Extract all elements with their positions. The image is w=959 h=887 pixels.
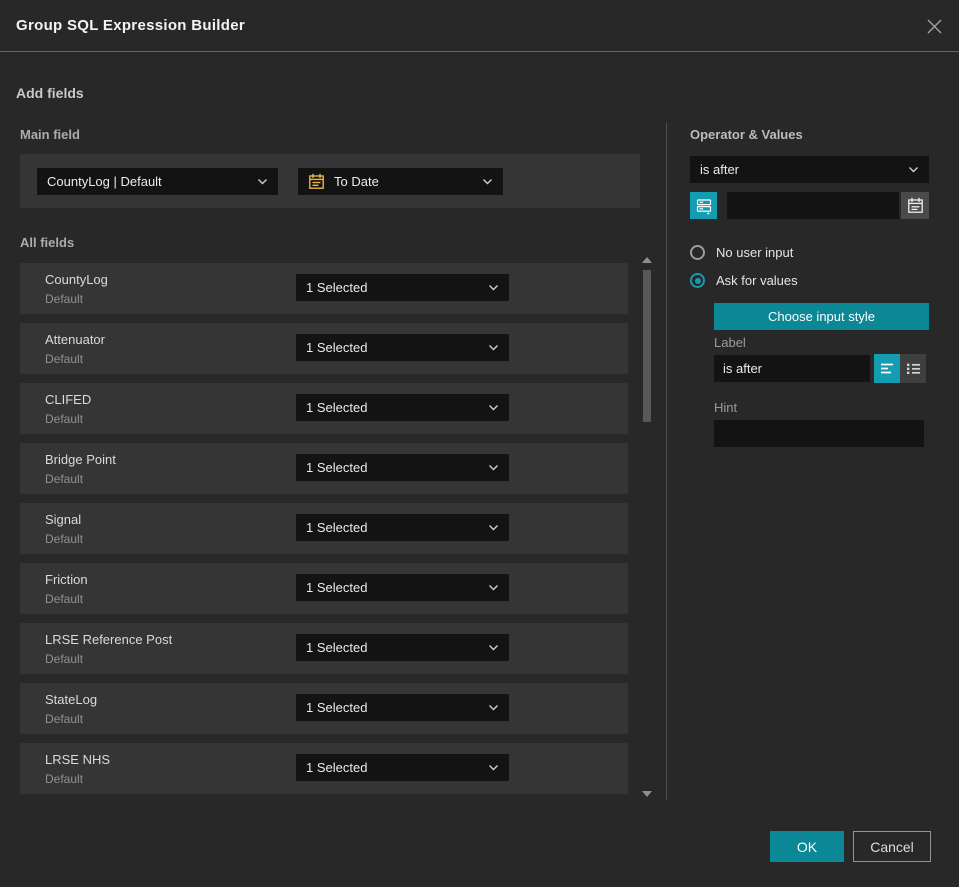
field-row: CLIFED Default 1 Selected — [20, 383, 628, 434]
unique-values-icon[interactable] — [690, 192, 717, 219]
chevron-down-icon — [488, 344, 499, 351]
field-row: LRSE NHS Default 1 Selected — [20, 743, 628, 794]
scroll-down-arrow-icon[interactable] — [642, 791, 652, 797]
radio-icon[interactable] — [690, 245, 705, 260]
field-selection-dropdown[interactable]: 1 Selected — [296, 754, 509, 781]
fields-list-scrollbar — [641, 254, 653, 800]
value-row — [690, 192, 929, 219]
field-selection-dropdown[interactable]: 1 Selected — [296, 574, 509, 601]
field-selection-dropdown[interactable]: 1 Selected — [296, 454, 509, 481]
date-option-dropdown[interactable]: To Date — [298, 167, 503, 195]
chevron-down-icon — [257, 178, 268, 185]
chevron-down-icon — [908, 166, 919, 173]
operator-values-heading: Operator & Values — [690, 127, 803, 142]
field-row: Friction Default 1 Selected — [20, 563, 628, 614]
field-selection-value: 1 Selected — [306, 340, 368, 355]
field-name: Signal — [45, 512, 82, 527]
field-subtitle: Default — [45, 352, 84, 366]
field-row: StateLog Default 1 Selected — [20, 683, 628, 734]
field-selection-value: 1 Selected — [306, 460, 368, 475]
chevron-down-icon — [488, 584, 499, 591]
main-field-heading: Main field — [20, 127, 80, 142]
radio-no-user-input-label: No user input — [716, 245, 794, 260]
field-subtitle: Default — [45, 772, 84, 786]
field-selection-value: 1 Selected — [306, 580, 368, 595]
field-selection-dropdown[interactable]: 1 Selected — [296, 394, 509, 421]
chevron-down-icon — [488, 284, 499, 291]
radio-ask-for-values-label: Ask for values — [716, 273, 798, 288]
chevron-down-icon — [488, 464, 499, 471]
field-row: Attenuator Default 1 Selected — [20, 323, 628, 374]
field-subtitle: Default — [45, 592, 84, 606]
field-selection-value: 1 Selected — [306, 700, 368, 715]
field-name: CountyLog — [45, 272, 108, 287]
main-field-panel: CountyLog | Default To Date — [20, 154, 640, 208]
all-fields-heading: All fields — [20, 235, 75, 250]
choose-input-style-button[interactable]: Choose input style — [714, 303, 929, 330]
field-selection-dropdown[interactable]: 1 Selected — [296, 514, 509, 541]
vertical-divider — [666, 123, 667, 800]
label-input[interactable] — [714, 355, 870, 382]
chevron-down-icon — [488, 764, 499, 771]
group-sql-expression-builder-dialog: { "dialog": { "title": "Group SQL Expres… — [0, 0, 959, 887]
field-name: Bridge Point — [45, 452, 116, 467]
radio-no-user-input[interactable]: No user input — [690, 245, 793, 260]
field-subtitle: Default — [45, 412, 84, 426]
close-icon[interactable] — [924, 16, 944, 36]
field-name: CLIFED — [45, 392, 92, 407]
field-subtitle: Default — [45, 292, 84, 306]
field-name: LRSE NHS — [45, 752, 111, 767]
field-row: Bridge Point Default 1 Selected — [20, 443, 628, 494]
chevron-down-icon — [488, 704, 499, 711]
field-selection-value: 1 Selected — [306, 520, 368, 535]
hint-input[interactable] — [714, 420, 924, 447]
field-row: LRSE Reference Post Default 1 Selected — [20, 623, 628, 674]
scroll-up-arrow-icon[interactable] — [642, 257, 652, 263]
chevron-down-icon — [482, 178, 493, 185]
field-name: Attenuator — [45, 332, 105, 347]
label-caption: Label — [714, 335, 746, 350]
date-option-value: To Date — [334, 173, 379, 189]
add-fields-heading: Add fields — [16, 85, 84, 101]
field-selection-value: 1 Selected — [306, 400, 368, 415]
operator-dropdown[interactable]: is after — [690, 156, 929, 183]
all-fields-list: CountyLog Default 1 Selected Attenuator … — [20, 263, 628, 803]
ok-button[interactable]: OK — [770, 831, 844, 862]
field-row: CountyLog Default 1 Selected — [20, 263, 628, 314]
field-subtitle: Default — [45, 532, 84, 546]
chevron-down-icon — [488, 404, 499, 411]
field-name: StateLog — [45, 692, 98, 707]
list-style-icon[interactable] — [900, 354, 926, 383]
main-field-dropdown[interactable]: CountyLog | Default — [37, 167, 278, 195]
main-field-dropdown-value: CountyLog | Default — [47, 173, 162, 189]
value-input[interactable] — [727, 192, 899, 219]
chevron-down-icon — [488, 524, 499, 531]
operator-value: is after — [700, 162, 740, 177]
scrollbar-thumb[interactable] — [643, 270, 651, 422]
field-subtitle: Default — [45, 472, 84, 486]
calendar-picker-icon[interactable] — [901, 192, 929, 219]
field-selection-value: 1 Selected — [306, 640, 368, 655]
input-style-toggle-group — [874, 354, 926, 383]
calendar-icon — [308, 173, 325, 190]
field-selection-dropdown[interactable]: 1 Selected — [296, 334, 509, 361]
single-value-style-icon[interactable] — [874, 354, 900, 383]
field-selection-dropdown[interactable]: 1 Selected — [296, 694, 509, 721]
field-name: LRSE Reference Post — [45, 632, 173, 647]
field-selection-dropdown[interactable]: 1 Selected — [296, 634, 509, 661]
field-subtitle: Default — [45, 712, 84, 726]
dialog-header: Group SQL Expression Builder — [0, 0, 959, 52]
cancel-button[interactable]: Cancel — [853, 831, 931, 862]
field-subtitle: Default — [45, 652, 84, 666]
field-row: Signal Default 1 Selected — [20, 503, 628, 554]
field-selection-value: 1 Selected — [306, 280, 368, 295]
chevron-down-icon — [488, 644, 499, 651]
radio-selected-icon[interactable] — [690, 273, 705, 288]
radio-ask-for-values[interactable]: Ask for values — [690, 273, 798, 288]
hint-caption: Hint — [714, 400, 738, 415]
field-selection-value: 1 Selected — [306, 760, 368, 775]
field-name: Friction — [45, 572, 88, 587]
field-selection-dropdown[interactable]: 1 Selected — [296, 274, 509, 301]
dialog-title: Group SQL Expression Builder — [16, 17, 245, 34]
